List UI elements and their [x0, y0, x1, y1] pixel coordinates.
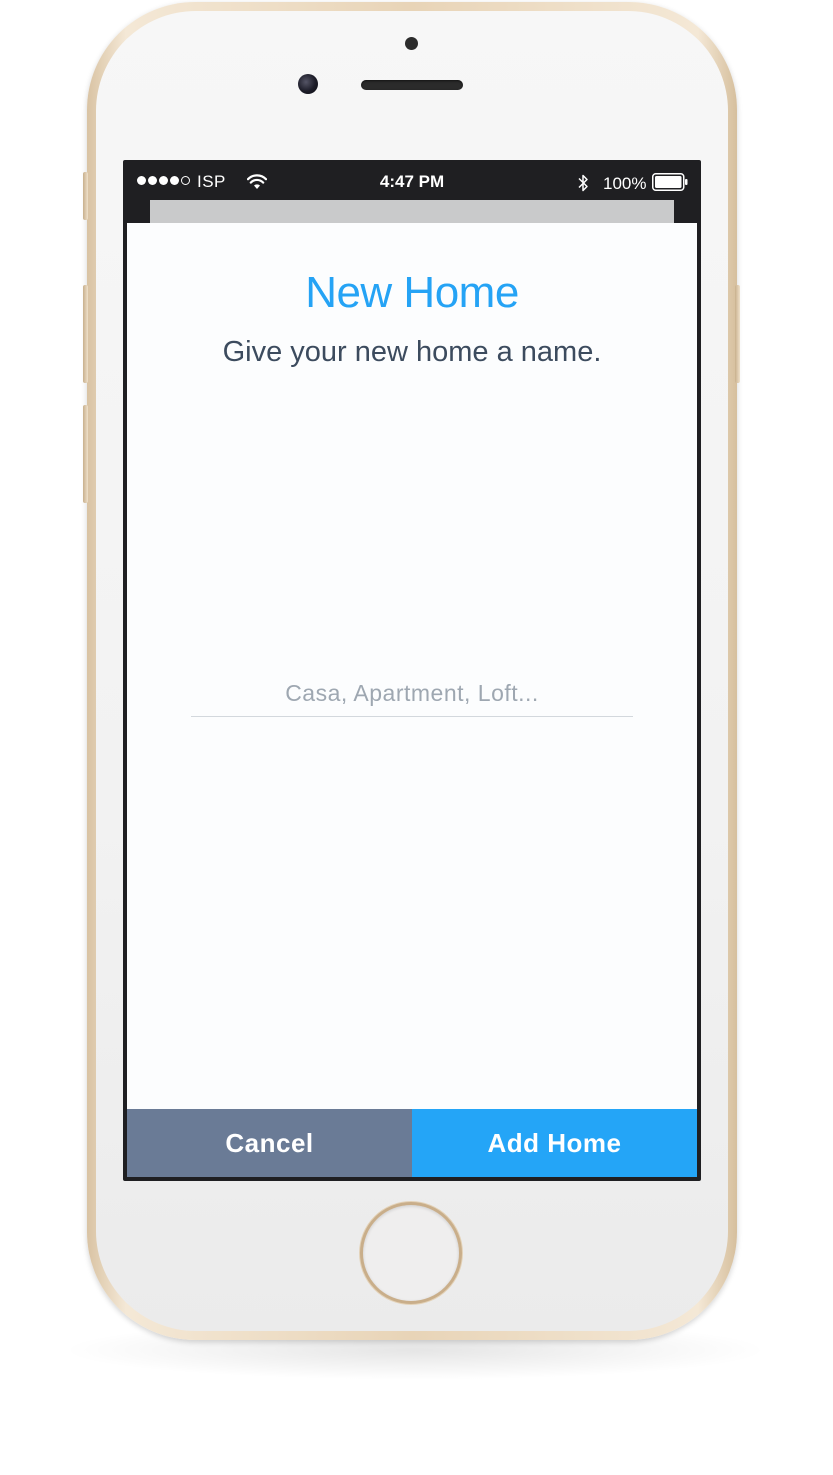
bluetooth-icon — [578, 174, 588, 192]
phone-screen: ISP 4:47 PM 100% New Home Give your new … — [123, 160, 701, 1181]
volume-up-button — [83, 285, 88, 383]
dialog-title: New Home — [305, 268, 519, 317]
volume-down-button — [83, 405, 88, 503]
power-button — [735, 285, 740, 383]
cancel-button[interactable]: Cancel — [127, 1109, 412, 1177]
front-camera — [298, 74, 318, 94]
device-mockup: ISP 4:47 PM 100% New Home Give your new … — [0, 0, 833, 1475]
dialog-subtitle: Give your new home a name. — [222, 336, 602, 368]
status-bar: ISP 4:47 PM 100% — [123, 160, 701, 200]
battery-icon — [652, 173, 688, 191]
add-home-button[interactable]: Add Home — [412, 1109, 697, 1177]
home-button[interactable] — [360, 1202, 462, 1304]
home-name-input[interactable] — [191, 670, 633, 717]
mute-switch — [83, 172, 88, 220]
proximity-sensor — [405, 37, 418, 50]
battery-percentage: 100% — [603, 174, 647, 193]
earpiece-speaker — [361, 80, 463, 90]
new-home-dialog: New Home Give your new home a name. — [127, 223, 697, 1109]
